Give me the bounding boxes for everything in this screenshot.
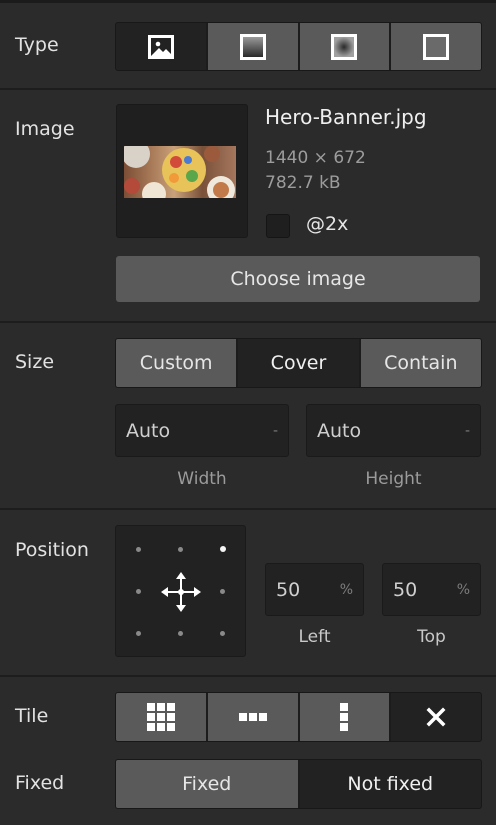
- top-unit: %: [456, 581, 470, 598]
- tile-selector: [115, 692, 482, 742]
- image-icon: [147, 34, 174, 59]
- width-value: Auto: [126, 419, 171, 442]
- position-label: Position: [15, 539, 89, 561]
- height-unit: -: [464, 422, 470, 439]
- tile-horizontal-icon: [238, 713, 267, 721]
- divider: [0, 675, 496, 677]
- tile-vertical-button[interactable]: [297, 693, 390, 741]
- top-edge: [0, 0, 496, 3]
- divider: [0, 321, 496, 323]
- anchor-bottom-right[interactable]: [220, 631, 225, 636]
- top-input[interactable]: 50 %: [382, 563, 481, 616]
- height-input[interactable]: Auto -: [306, 404, 481, 457]
- image-preview: [124, 146, 236, 198]
- no-tile-icon: [426, 707, 446, 727]
- tile-grid-button[interactable]: [116, 693, 206, 741]
- type-selector: [115, 22, 482, 71]
- radial-gradient-icon: [331, 33, 358, 60]
- size-label: Size: [15, 351, 55, 373]
- top-label: Top: [417, 627, 446, 647]
- fixed-selector: Fixed Not fixed: [115, 759, 482, 809]
- retina-label: @2x: [306, 213, 349, 235]
- size-selector: Custom Cover Contain: [115, 338, 482, 388]
- left-label: Left: [298, 627, 331, 647]
- image-file-size: 782.7 kB: [265, 173, 341, 193]
- type-image-button[interactable]: [116, 23, 206, 70]
- divider: [0, 508, 496, 510]
- top-value: 50: [393, 578, 418, 601]
- position-grid[interactable]: [115, 525, 246, 657]
- height-value: Auto: [317, 419, 362, 442]
- no-tile-button[interactable]: [389, 693, 481, 741]
- anchor-top-right[interactable]: [220, 546, 226, 552]
- solid-fill-icon: [423, 33, 450, 60]
- linear-gradient-icon: [239, 33, 266, 60]
- image-dimensions: 1440 × 672: [265, 148, 366, 168]
- left-value: 50: [276, 578, 301, 601]
- image-label: Image: [15, 118, 75, 140]
- anchor-top-center[interactable]: [178, 547, 183, 552]
- anchor-bottom-center[interactable]: [178, 631, 183, 636]
- anchor-middle-left[interactable]: [136, 589, 141, 594]
- background-settings-panel: Type Image Hero-Banner.jpg 1440 × 672 78…: [0, 0, 496, 825]
- size-contain-option[interactable]: Contain: [358, 339, 481, 387]
- anchor-middle-right[interactable]: [220, 589, 225, 594]
- fixed-option[interactable]: Fixed: [116, 760, 298, 808]
- size-custom-option[interactable]: Custom: [116, 339, 237, 387]
- tile-horizontal-button[interactable]: [205, 693, 298, 741]
- retina-checkbox[interactable]: [266, 214, 290, 238]
- image-file-name: Hero-Banner.jpg: [265, 105, 427, 129]
- divider: [0, 88, 496, 90]
- anchor-top-left[interactable]: [136, 547, 141, 552]
- height-label: Height: [365, 469, 422, 489]
- width-input[interactable]: Auto -: [115, 404, 289, 457]
- left-unit: %: [339, 581, 353, 598]
- tile-vertical-icon: [340, 703, 349, 731]
- type-linear-gradient-button[interactable]: [205, 23, 298, 70]
- type-solid-fill-button[interactable]: [389, 23, 481, 70]
- width-label: Width: [177, 469, 227, 489]
- tile-label: Tile: [15, 705, 49, 727]
- type-label: Type: [15, 34, 59, 56]
- tile-grid-icon: [146, 703, 175, 731]
- not-fixed-option[interactable]: Not fixed: [297, 760, 481, 808]
- move-arrows-icon: [161, 572, 201, 612]
- size-cover-option[interactable]: Cover: [236, 339, 359, 387]
- choose-image-button[interactable]: Choose image: [116, 256, 480, 302]
- width-unit: -: [272, 422, 278, 439]
- fixed-label: Fixed: [15, 772, 65, 794]
- anchor-bottom-left[interactable]: [136, 631, 141, 636]
- type-radial-gradient-button[interactable]: [297, 23, 390, 70]
- left-input[interactable]: 50 %: [265, 563, 364, 616]
